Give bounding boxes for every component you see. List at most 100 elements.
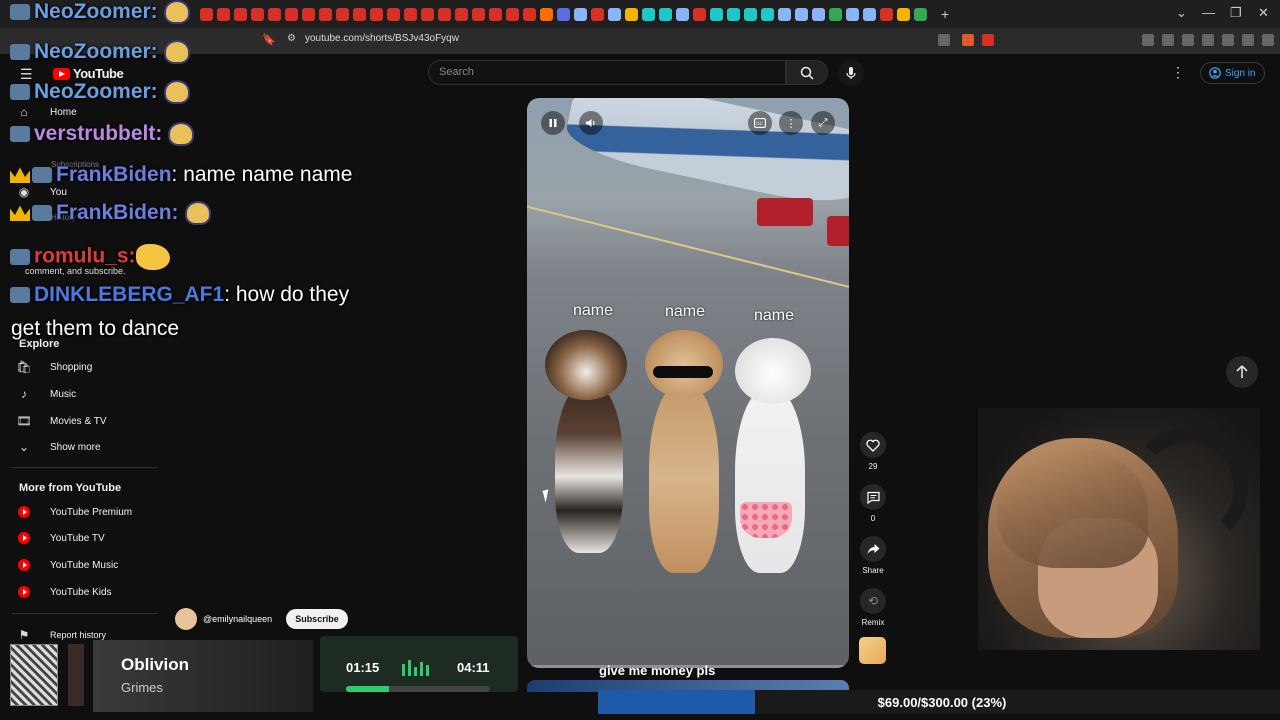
- brave-shield-icon[interactable]: [962, 34, 974, 46]
- browser-tab-favicon[interactable]: [795, 7, 808, 21]
- browser-tab-favicon[interactable]: [472, 7, 485, 21]
- site-info-icon[interactable]: ⚙: [287, 33, 296, 44]
- sidebar-item-youtube-music[interactable]: YouTube Music: [16, 558, 118, 572]
- sidebar-item-you[interactable]: ◉ You: [16, 185, 67, 199]
- channel-avatar[interactable]: [175, 608, 197, 630]
- url-field[interactable]: youtube.com/shorts/BSJv43oFyqw: [305, 33, 459, 44]
- like-button[interactable]: [860, 432, 886, 458]
- captions-button[interactable]: CC: [748, 111, 772, 135]
- headset-image: [1128, 428, 1248, 548]
- search-button[interactable]: [786, 60, 828, 85]
- browser-tab-favicon[interactable]: [251, 7, 264, 21]
- browser-tab-favicon[interactable]: [506, 7, 519, 21]
- maximize-button[interactable]: ❐: [1230, 5, 1242, 21]
- browser-tab-favicon[interactable]: [659, 7, 672, 21]
- song-artist: Grimes: [121, 680, 163, 695]
- sidebar-icon[interactable]: [1182, 34, 1194, 46]
- sidebar-item-home[interactable]: ⌂ Home: [16, 105, 76, 119]
- share-button[interactable]: [860, 536, 886, 562]
- browser-tab-favicon[interactable]: [914, 7, 927, 21]
- comment-button[interactable]: [860, 484, 886, 510]
- browser-tab-favicon[interactable]: [625, 7, 638, 21]
- browser-tab-favicon[interactable]: [727, 7, 740, 21]
- browser-tab-favicon[interactable]: [591, 7, 604, 21]
- leo-icon[interactable]: [1222, 34, 1234, 46]
- browser-tab-favicon[interactable]: [693, 7, 706, 21]
- browser-tab-favicon[interactable]: [778, 7, 791, 21]
- bookmark-icon[interactable]: 🔖: [262, 33, 276, 46]
- browser-tab-favicon[interactable]: [455, 7, 468, 21]
- browser-tab-favicon[interactable]: [319, 7, 332, 21]
- browser-tab-favicon[interactable]: [421, 7, 434, 21]
- browser-tab-favicon[interactable]: [540, 7, 553, 21]
- sidebar-item-youtube-kids[interactable]: YouTube Kids: [16, 585, 112, 599]
- menu-icon[interactable]: [1262, 34, 1274, 46]
- sidebar-item-movies[interactable]: 🎞 Movies & TV: [16, 414, 106, 428]
- browser-tab-favicon[interactable]: [829, 7, 842, 21]
- more-options-icon[interactable]: ⋮: [1171, 64, 1185, 81]
- sidebar-item-youtube-premium[interactable]: YouTube Premium: [16, 505, 132, 519]
- channel-name[interactable]: @emilynailqueen: [203, 614, 272, 624]
- browser-tab-favicon[interactable]: [642, 7, 655, 21]
- browser-tab-favicon[interactable]: [404, 7, 417, 21]
- subscribe-button[interactable]: Subscribe: [286, 609, 348, 629]
- close-window-button[interactable]: ✕: [1258, 5, 1269, 21]
- browser-tab-favicon[interactable]: [353, 7, 366, 21]
- sidebar-item-youtube-tv[interactable]: YouTube TV: [16, 531, 105, 545]
- browser-tab-favicon[interactable]: [523, 7, 536, 21]
- browser-tab-favicon[interactable]: [863, 7, 876, 21]
- browser-tab-favicon[interactable]: [387, 7, 400, 21]
- browser-tab-favicon[interactable]: [761, 7, 774, 21]
- new-tab-button[interactable]: +: [941, 6, 949, 22]
- browser-tab-favicon[interactable]: [336, 7, 349, 21]
- webcam-feed: [978, 408, 1260, 650]
- volume-button[interactable]: [579, 111, 603, 135]
- sound-thumbnail[interactable]: [859, 637, 886, 664]
- browser-tab-favicon[interactable]: [302, 7, 315, 21]
- browser-tab-favicon[interactable]: [574, 7, 587, 21]
- youtube-logo[interactable]: YouTube: [53, 66, 124, 81]
- vpn-icon[interactable]: [1242, 34, 1254, 46]
- voice-search-button[interactable]: [838, 60, 864, 86]
- browser-tab-favicon[interactable]: [285, 7, 298, 21]
- chat-badge-icon: [10, 249, 30, 265]
- sign-in-button[interactable]: Sign in: [1200, 62, 1265, 84]
- browser-tab-favicon[interactable]: [608, 7, 621, 21]
- browser-tab-favicon[interactable]: [370, 7, 383, 21]
- sidebar-item-music[interactable]: ♪ Music: [16, 387, 76, 401]
- browser-tab-favicon[interactable]: [676, 7, 689, 21]
- browser-tab-favicon[interactable]: [557, 7, 570, 21]
- chat-badge-icon: [10, 4, 30, 21]
- browser-tab-favicon[interactable]: [846, 7, 859, 21]
- browser-tab-favicon[interactable]: [217, 7, 230, 21]
- browser-tab-favicon[interactable]: [200, 7, 213, 21]
- minimize-button[interactable]: —: [1202, 5, 1215, 20]
- warning-icon[interactable]: [982, 34, 994, 46]
- browser-tab-favicon[interactable]: [744, 7, 757, 21]
- show-more-button[interactable]: ⌄ Show more: [16, 440, 101, 454]
- song-title: Oblivion: [121, 655, 189, 674]
- more-video-options-button[interactable]: ⋮: [779, 111, 803, 135]
- browser-tab-favicon[interactable]: [268, 7, 281, 21]
- browser-tab-favicon[interactable]: [234, 7, 247, 21]
- extensions-icon[interactable]: [1142, 34, 1154, 46]
- fullscreen-button[interactable]: ⤢: [811, 111, 835, 135]
- remix-button[interactable]: ⟲: [860, 588, 886, 614]
- sidebar-item-shopping[interactable]: 🛍 Shopping: [16, 360, 92, 374]
- browser-tab-favicon[interactable]: [489, 7, 502, 21]
- search-input[interactable]: Search: [428, 60, 786, 85]
- browser-tab-favicon[interactable]: [880, 7, 893, 21]
- wallet-icon[interactable]: [1202, 34, 1214, 46]
- browser-tab-favicon[interactable]: [710, 7, 723, 21]
- browser-tab-favicon[interactable]: [438, 7, 451, 21]
- shorts-video-player[interactable]: name name name CC ⋮ ⤢: [527, 98, 849, 668]
- browser-tab-favicon[interactable]: [812, 7, 825, 21]
- tab-list-chevron-icon[interactable]: ⌄: [1176, 5, 1187, 21]
- media-icon[interactable]: [1162, 34, 1174, 46]
- chat-message: NeoZoomer:: [10, 0, 190, 25]
- previous-short-button[interactable]: [1226, 356, 1258, 388]
- pause-button[interactable]: [541, 111, 565, 135]
- extension-icon[interactable]: [938, 34, 950, 46]
- browser-tab-favicon[interactable]: [897, 7, 910, 21]
- chat-badge-icon: [10, 84, 30, 101]
